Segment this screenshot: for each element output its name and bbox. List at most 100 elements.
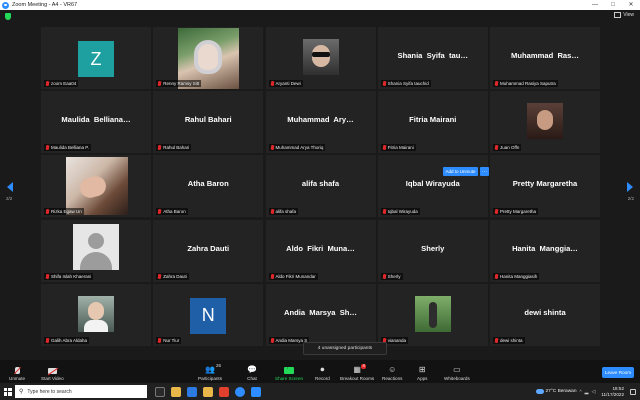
- windows-logo-icon: [3, 387, 12, 396]
- participant-name: Fitria Mairani: [387, 145, 414, 151]
- participant-tile[interactable]: dewi shinta dewi shinta: [490, 283, 600, 346]
- search-icon: ⚲: [19, 389, 24, 395]
- participant-display-name: Rahul Bahari: [184, 115, 232, 125]
- participant-name: Muhammad Arya Thoriq: [275, 145, 324, 151]
- participant-tile[interactable]: Hanita Manggia… Hanita Manggiasih: [490, 219, 600, 282]
- network-icon[interactable]: ▂: [585, 389, 589, 395]
- participant-tile[interactable]: Renny Ramsy Sitt: [153, 27, 264, 89]
- participant-tile[interactable]: Juan Offn: [490, 91, 600, 154]
- notification-center-icon[interactable]: [630, 388, 636, 395]
- whiteboards-button[interactable]: ▭ Whiteboards: [444, 360, 470, 383]
- participant-tile[interactable]: N Nur Tiur: [153, 283, 264, 346]
- participant-tile[interactable]: Muhammad Ras… Muhammad Rasiya Saputra: [490, 27, 600, 89]
- minimize-button[interactable]: —: [586, 0, 604, 10]
- taskbar-search-input[interactable]: [27, 388, 138, 395]
- participant-name: Rahul Bahari: [163, 145, 190, 151]
- start-button[interactable]: [0, 383, 15, 400]
- participant-name: Maulida Belliana P.: [51, 145, 89, 151]
- share-screen-icon: [284, 365, 295, 374]
- participant-tile[interactable]: Aryanti Dewi: [265, 27, 376, 89]
- muted-mic-icon: [382, 273, 386, 279]
- reactions-label: Reactions: [382, 376, 403, 381]
- participant-tile[interactable]: Zzoom Eaa04: [41, 27, 151, 89]
- participant-tile[interactable]: Andia Marsya Sh… Andia Marsya S: [265, 283, 376, 346]
- participant-tile[interactable]: Sherly Sherly: [377, 219, 488, 282]
- muted-mic-icon: [46, 81, 49, 86]
- muted-mic-icon: [46, 273, 49, 279]
- participant-tile[interactable]: Zahra Dauti Zahra Dauti: [153, 219, 264, 282]
- taskbar-search-box[interactable]: ⚲: [15, 385, 147, 398]
- participant-tile[interactable]: Muhammad Ary… Muhammad Arya Thoriq: [265, 91, 376, 154]
- participant-tile[interactable]: Galih Abra Aldaha: [41, 283, 151, 346]
- weather-widget[interactable]: 27°C Berawan: [535, 389, 577, 394]
- security-shield-icon[interactable]: [5, 13, 11, 20]
- share-screen-button[interactable]: Share Screen: [275, 360, 303, 383]
- participant-display-name: Muhammad Ary…: [287, 115, 354, 125]
- participant-tile[interactable]: Rahul Bahari Rahul Bahari: [153, 91, 264, 154]
- participant-display-name: Hanita Manggia…: [512, 243, 578, 253]
- participant-tile[interactable]: Rizka Egaw Un: [41, 155, 151, 218]
- next-page-arrow-icon[interactable]: [627, 182, 633, 192]
- folder-icon[interactable]: [203, 386, 213, 397]
- chat-button[interactable]: 💬 Chat: [247, 360, 257, 383]
- participant-tile[interactable]: Shifa Islah Khaerani: [41, 219, 151, 282]
- volume-icon[interactable]: ◁: [591, 389, 595, 395]
- zoom-meeting-icon[interactable]: [251, 386, 261, 397]
- grid-view-icon: [614, 12, 622, 18]
- participant-name-label: Muhammad Rasiya Saputra: [493, 80, 558, 87]
- maximize-button[interactable]: □: [604, 0, 622, 10]
- participant-name: zoom Eaa04: [51, 81, 77, 86]
- default-avatar-icon: [73, 223, 119, 270]
- chrome-browser-icon[interactable]: [219, 386, 229, 397]
- participant-tile[interactable]: Shania Syifa tau… Shania Syifa tauchid: [377, 27, 488, 89]
- participant-name: viananda: [387, 337, 407, 343]
- tile-more-options-button[interactable]: ···: [480, 167, 489, 176]
- participant-name: Shania Syifa tauchid: [387, 81, 429, 86]
- zoom-app-icon[interactable]: [235, 386, 245, 397]
- add-to-unmute-button[interactable]: Add to Unmute: [443, 167, 478, 176]
- show-hidden-icons-icon[interactable]: ^: [580, 389, 582, 394]
- task-view-icon[interactable]: [155, 386, 165, 397]
- record-button[interactable]: ⏺ Record: [315, 360, 330, 383]
- participant-tile[interactable]: Iqbal Wirayuda Iqbal Wirayuda: [377, 155, 488, 218]
- mic-off-icon: [14, 367, 20, 374]
- participant-tile[interactable]: Maulida Belliana… Maulida Belliana P.: [41, 91, 151, 154]
- unmute-button[interactable]: Unmute: [9, 360, 25, 383]
- apps-button[interactable]: ⊞ Apps: [417, 360, 427, 383]
- participant-name-label: Aldo Fikri Munandar: [268, 272, 318, 280]
- participant-tile[interactable]: alifa shafa alifa shafa: [265, 155, 376, 218]
- participant-tile[interactable]: Pretty Margaretha Pretty Margaretha: [490, 155, 600, 218]
- record-icon: ⏺: [320, 365, 325, 374]
- muted-mic-icon: [158, 209, 162, 215]
- file-explorer-icon[interactable]: [171, 386, 181, 397]
- reactions-button[interactable]: ☺ Reactions: [382, 360, 402, 383]
- participant-tile[interactable]: Atha Baron Atha Baron: [153, 155, 264, 218]
- participant-tile[interactable]: Fitria Mairani Fitria Mairani: [377, 91, 488, 154]
- participant-display-name: Fitria Mairani: [409, 115, 457, 125]
- participant-name: Galih Abra Aldaha: [51, 337, 88, 343]
- unassigned-participants-popup[interactable]: 4 unassigned participants: [303, 342, 387, 355]
- participants-count: 26: [215, 363, 221, 368]
- muted-mic-icon: [495, 81, 498, 86]
- edge-browser-icon[interactable]: [187, 386, 197, 397]
- view-button[interactable]: View: [614, 12, 634, 18]
- participant-display-name: Aldo Fikri Muna…: [286, 243, 355, 253]
- clock[interactable]: 18:52 11/17/2022: [601, 386, 624, 397]
- start-video-label: Start Video: [41, 376, 64, 381]
- participant-tile[interactable]: viananda: [377, 283, 488, 346]
- breakout-rooms-button[interactable]: ▦ 4 Breakout Rooms: [340, 360, 374, 383]
- participant-tile[interactable]: Aldo Fikri Muna… Aldo Fikri Munandar: [265, 219, 376, 282]
- participant-display-name: Sherly: [421, 243, 445, 253]
- muted-mic-icon: [158, 337, 162, 343]
- participants-button[interactable]: 👥 26 Participants: [198, 360, 222, 383]
- participant-name: Shifa Islah Khaerani: [51, 273, 92, 279]
- unmute-label: Unmute: [9, 376, 26, 381]
- previous-page-arrow-icon[interactable]: [7, 182, 13, 192]
- participant-name-label: Pretty Margaretha: [493, 208, 539, 216]
- view-label: View: [623, 12, 634, 18]
- close-button[interactable]: ✕: [622, 0, 640, 10]
- record-label: Record: [315, 376, 330, 381]
- leave-room-button[interactable]: Leave Room: [602, 367, 634, 378]
- start-video-button[interactable]: Start Video: [41, 360, 64, 383]
- participant-name: Zahra Dauti: [163, 273, 187, 279]
